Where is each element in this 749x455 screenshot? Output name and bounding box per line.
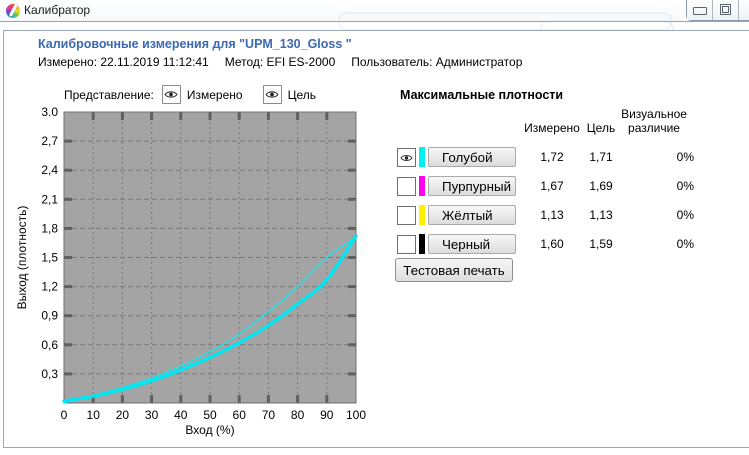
svg-text:90: 90 xyxy=(320,408,334,422)
svg-text:0,6: 0,6 xyxy=(41,338,58,352)
color-swatch-cyan xyxy=(419,147,425,167)
diff-value: 0% xyxy=(676,237,694,251)
density-row-cyan: Голубой 1,72 1,71 0% xyxy=(4,147,749,168)
view-controls: Представление: Измерено Цель xyxy=(64,85,336,104)
colorant-button-black[interactable]: Черный xyxy=(428,234,516,254)
colorant-button-magenta[interactable]: Пурпурный xyxy=(428,176,516,196)
app-icon xyxy=(6,4,20,18)
colorant-button-yellow[interactable]: Жёлтый xyxy=(428,205,516,225)
diff-value: 0% xyxy=(676,179,694,193)
max-densities-title: Максимальные плотности xyxy=(400,88,564,102)
window-controls xyxy=(686,0,749,21)
svg-text:0,9: 0,9 xyxy=(41,309,58,323)
diff-value: 0% xyxy=(676,208,694,222)
column-header-diff-line1: Визуальное xyxy=(621,107,687,121)
color-swatch-black xyxy=(419,234,425,254)
svg-text:0: 0 xyxy=(61,408,68,422)
diff-value: 0% xyxy=(676,150,694,164)
background-artifact xyxy=(338,12,672,31)
svg-text:80: 80 xyxy=(291,408,305,422)
color-swatch-magenta xyxy=(419,176,425,196)
minimize-icon xyxy=(693,7,707,15)
measured-info: Измерено: 22.11.2019 11:12:41 xyxy=(38,55,209,69)
eye-icon xyxy=(400,154,413,161)
svg-text:2,7: 2,7 xyxy=(41,134,58,148)
row-visibility-checkbox[interactable] xyxy=(397,148,416,167)
measured-toggle-label: Измерено xyxy=(186,87,243,102)
measurement-info: Измерено: 22.11.2019 11:12:41 Метод: EFI … xyxy=(38,55,538,69)
svg-text:1,2: 1,2 xyxy=(41,280,58,294)
colorant-button-cyan[interactable]: Голубой xyxy=(428,147,516,167)
svg-text:40: 40 xyxy=(174,408,188,422)
svg-text:0,3: 0,3 xyxy=(41,367,58,381)
svg-text:70: 70 xyxy=(262,408,276,422)
titlebar[interactable]: Калибратор xyxy=(0,0,749,40)
svg-text:10: 10 xyxy=(87,408,101,422)
row-visibility-checkbox[interactable] xyxy=(397,235,416,254)
color-swatch-yellow xyxy=(419,205,425,225)
target-toggle-label: Цель xyxy=(287,87,316,102)
density-row-magenta: Пурпурный 1,67 1,69 0% xyxy=(4,176,749,197)
density-row-yellow: Жёлтый 1,13 1,13 0% xyxy=(4,205,749,226)
measured-visibility-toggle[interactable] xyxy=(161,85,181,104)
target-visibility-toggle[interactable] xyxy=(262,85,282,104)
view-label: Представление: xyxy=(64,87,154,102)
user-info: Пользователь: Администратор xyxy=(351,55,523,69)
window-title: Калибратор xyxy=(24,3,91,17)
eye-icon xyxy=(164,91,178,98)
svg-text:60: 60 xyxy=(233,408,247,422)
content-panel: Калибровочные измерения для "UPM_130_Glo… xyxy=(3,30,749,448)
method-info: Метод: EFI ES-2000 xyxy=(224,55,336,69)
row-visibility-checkbox[interactable] xyxy=(397,206,416,225)
eye-icon xyxy=(265,91,279,98)
page-title: Калибровочные измерения для "UPM_130_Glo… xyxy=(38,37,352,51)
column-header-diff-line2: различие xyxy=(628,121,680,135)
svg-text:30: 30 xyxy=(145,408,159,422)
svg-text:Вход (%): Вход (%) xyxy=(185,423,234,437)
density-row-black: Черный 1,60 1,59 0% xyxy=(4,234,749,255)
svg-text:50: 50 xyxy=(203,408,217,422)
minimize-button[interactable] xyxy=(687,0,713,20)
maximize-icon xyxy=(720,4,731,15)
test-print-button[interactable]: Тестовая печать xyxy=(395,258,513,282)
svg-text:20: 20 xyxy=(116,408,130,422)
row-visibility-checkbox[interactable] xyxy=(397,177,416,196)
svg-text:3.0: 3.0 xyxy=(41,105,58,119)
maximize-button[interactable] xyxy=(713,0,739,20)
close-button[interactable] xyxy=(739,0,749,20)
svg-text:100: 100 xyxy=(346,408,366,422)
